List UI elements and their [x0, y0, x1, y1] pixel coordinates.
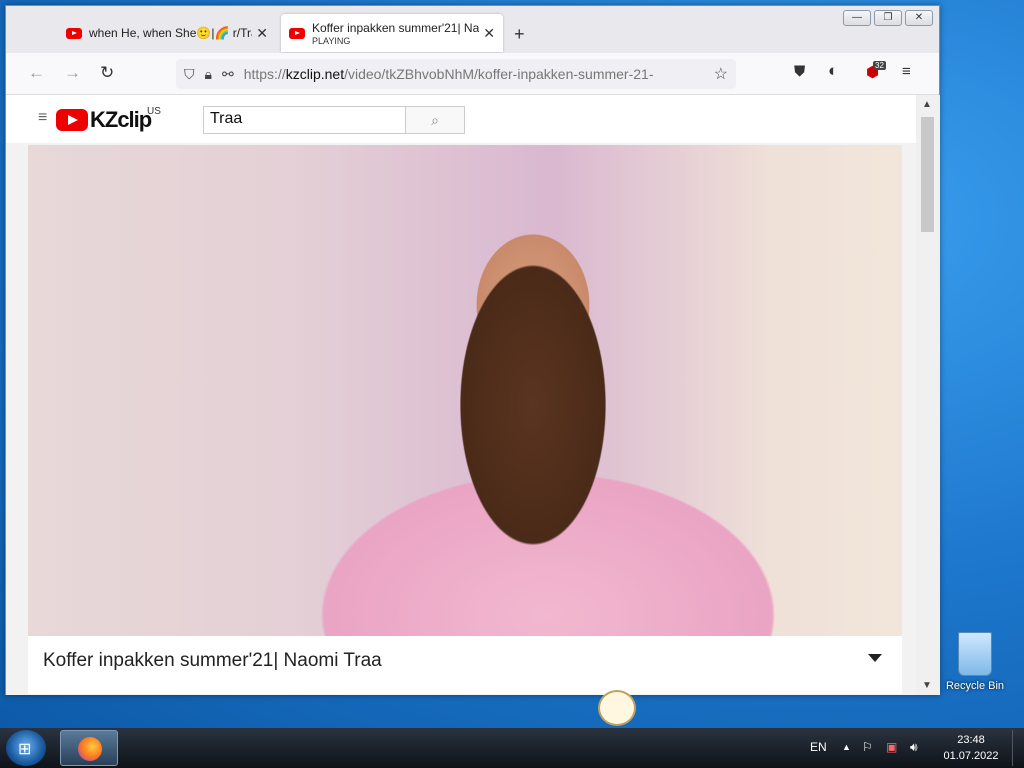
lock-icon[interactable]: 🔒︎ [205, 66, 212, 83]
bookmark-star-icon[interactable]: ☆ [714, 64, 728, 84]
scroll-thumb[interactable] [921, 117, 934, 232]
pocket-icon[interactable]: ⛊ [794, 63, 805, 80]
action-center-icon[interactable]: ⚐ [862, 740, 873, 754]
scroll-up-icon[interactable]: ▲ [922, 99, 932, 110]
search-icon: ⌕ [431, 112, 439, 128]
menu-icon[interactable]: ≡ [902, 63, 911, 80]
video-player[interactable] [28, 145, 902, 636]
logo-text: KZclip [90, 107, 152, 132]
volume-icon[interactable]: 🔊︎ [910, 740, 918, 755]
search-input[interactable]: Traa [203, 106, 407, 134]
tab-strip: when He, when She🙂|🌈 r/Tra ✕ Koffer inpa… [6, 6, 939, 53]
hamburger-menu-icon[interactable]: ≡ [38, 109, 47, 127]
clock-time: 23:48 [957, 734, 985, 746]
tab-koffer-inpakken[interactable]: Koffer inpakken summer'21| Na PLAYING ✕ [281, 14, 503, 52]
tab-playing-status: PLAYING [312, 35, 351, 46]
close-tab-icon[interactable]: ✕ [256, 25, 268, 42]
back-arrow-icon[interactable]: ← [28, 63, 45, 83]
chevron-down-icon[interactable] [868, 654, 882, 662]
minimize-button[interactable]: — [843, 10, 871, 26]
show-hidden-icons-icon[interactable]: ▲ [842, 742, 851, 752]
browser-window: when He, when She🙂|🌈 r/Tra ✕ Koffer inpa… [5, 5, 940, 695]
recycle-bin[interactable]: Recycle Bin [944, 632, 1006, 692]
site-header: ≡ KZclip US Traa ⌕ [6, 95, 916, 143]
clock-date: 01.07.2022 [943, 750, 999, 762]
url-text[interactable]: https://kzclip.net/video/tkZBhvobNhM/kof… [244, 66, 706, 82]
taskbar: ⊞ EN ▲ ⚐ ▣ 🔊︎ 23:48 01.07.2022 [0, 728, 1024, 768]
clock[interactable]: 23:48 01.07.2022 [936, 732, 1006, 764]
dark-reader-icon[interactable]: ◐ [828, 61, 838, 81]
new-tab-button[interactable]: + [514, 24, 525, 45]
youtube-icon [289, 27, 305, 39]
recycle-bin-icon [958, 632, 992, 676]
search-button[interactable]: ⌕ [405, 106, 465, 134]
language-indicator[interactable]: EN [810, 740, 827, 754]
close-window-button[interactable]: ✕ [905, 10, 933, 26]
play-logo-icon [56, 109, 88, 131]
reload-icon[interactable]: ↻ [100, 63, 114, 83]
shield-icon[interactable]: ⛉ [184, 66, 195, 83]
close-tab-icon[interactable]: ✕ [483, 25, 495, 42]
recycle-bin-label: Recycle Bin [945, 680, 1005, 692]
network-disconnected-icon[interactable]: ▣ [886, 740, 897, 754]
window-controls: — ❐ ✕ [843, 10, 933, 26]
restore-button[interactable]: ❐ [874, 10, 902, 26]
video-title: Koffer inpakken summer'21| Naomi Traa [43, 650, 382, 671]
tab-label: Koffer inpakken summer'21| Na [312, 20, 480, 35]
start-button[interactable]: ⊞ [6, 730, 46, 766]
tab-when-he-when-she[interactable]: when He, when She🙂|🌈 r/Tra ✕ [58, 14, 276, 52]
firefox-taskbar-button[interactable] [60, 730, 118, 766]
show-desktop-button[interactable] [1012, 730, 1022, 766]
page-scrollbar[interactable]: ▲ ▼ [916, 95, 940, 695]
firefox-icon [78, 737, 102, 761]
forward-arrow-icon[interactable]: → [64, 63, 81, 83]
address-bar[interactable]: ⛉ 🔒︎ ⚯ https://kzclip.net/video/tkZBhvob… [176, 59, 736, 89]
windows-logo-icon: ⊞ [18, 741, 32, 758]
video-info: Koffer inpakken summer'21| Naomi Traa [28, 636, 902, 694]
youtube-icon [66, 27, 82, 39]
region-label: US [147, 106, 161, 117]
web-page: ≡ KZclip US Traa ⌕ Koffer inpakken summe… [6, 95, 916, 695]
permissions-icon[interactable]: ⚯ [222, 66, 234, 83]
blocked-count-badge: 32 [873, 61, 886, 70]
tab-label: when He, when She🙂|🌈 r/Tra [89, 26, 253, 40]
kzclip-logo[interactable]: KZclip [56, 107, 152, 133]
navigation-toolbar: ← → ↻ ⛉ 🔒︎ ⚯ https://kzclip.net/video/tk… [6, 53, 939, 95]
scroll-down-icon[interactable]: ▼ [922, 680, 932, 691]
sheep-mascot-icon[interactable] [598, 690, 636, 726]
